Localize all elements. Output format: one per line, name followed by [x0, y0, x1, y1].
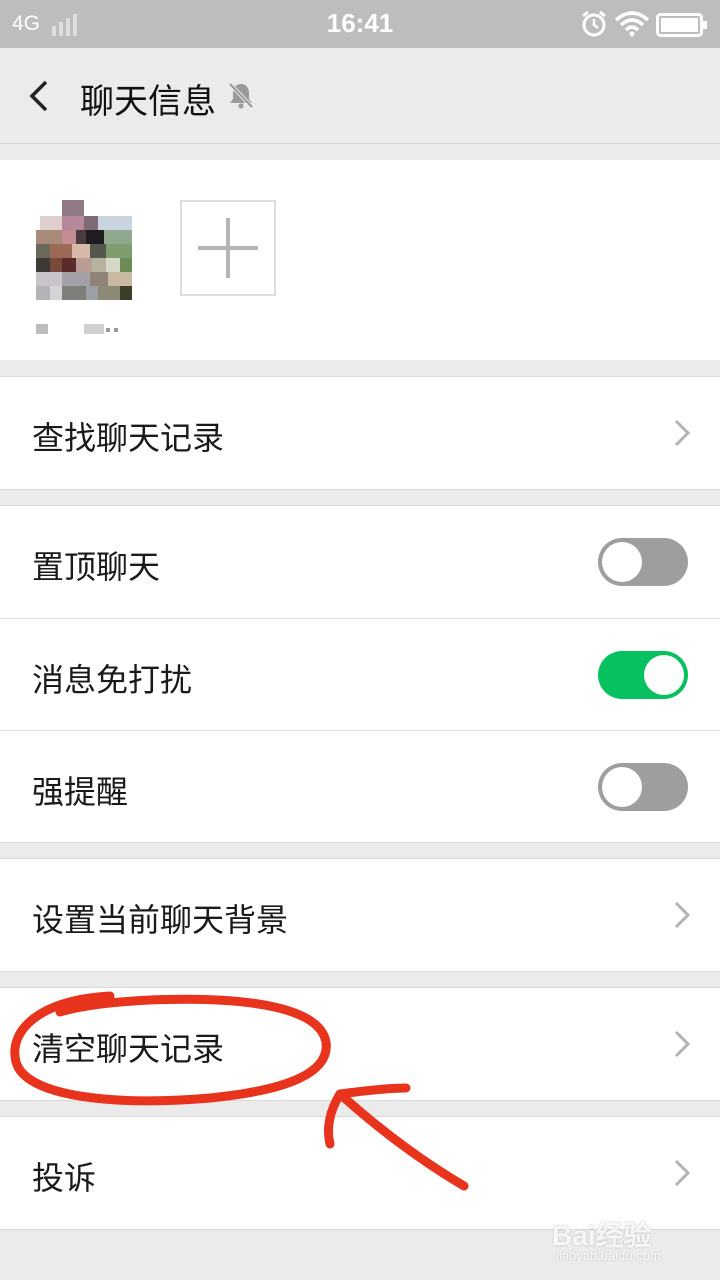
pin-chat-label: 置顶聊天 [32, 548, 161, 586]
background-group: 设置当前聊天背景 [0, 858, 720, 972]
clear-group: 清空聊天记录 [0, 987, 720, 1101]
clear-chat-history-label: 清空聊天记录 [32, 1030, 225, 1068]
report-label: 投诉 [32, 1159, 97, 1197]
strong-reminder-label: 强提醒 [32, 773, 129, 811]
chevron-right-icon [674, 1159, 691, 1187]
pin-chat-row: 置顶聊天 [0, 506, 720, 618]
watermark-url: jingyan.baidu.com [556, 1248, 661, 1263]
wifi-icon [614, 11, 650, 37]
page-title: 聊天信息 [80, 82, 216, 122]
chevron-left-icon[interactable] [20, 76, 60, 116]
member-avatar[interactable] [26, 200, 132, 306]
battery-icon [656, 13, 707, 37]
strong-reminder-row: 强提醒 [0, 730, 720, 842]
chevron-right-icon [674, 419, 691, 447]
strong-reminder-toggle[interactable] [598, 763, 688, 811]
members-section [0, 160, 720, 360]
search-chat-history-row[interactable]: 查找聊天记录 [0, 377, 720, 489]
clear-chat-history-row[interactable]: 清空聊天记录 [0, 988, 720, 1100]
status-time: 16:41 [326, 8, 394, 38]
report-group: 投诉 [0, 1116, 720, 1230]
report-row[interactable]: 投诉 [0, 1117, 720, 1229]
bell-off-icon [228, 82, 254, 109]
chevron-right-icon [674, 1030, 691, 1058]
search-group: 查找聊天记录 [0, 376, 720, 490]
status-bar: 4G 16:41 [0, 0, 720, 48]
add-member-button[interactable] [180, 200, 276, 296]
toggle-knob [602, 767, 642, 807]
member-name-pixelated [36, 324, 118, 334]
search-chat-history-label: 查找聊天记录 [32, 419, 225, 457]
do-not-disturb-toggle[interactable] [598, 651, 688, 699]
toggle-knob [644, 655, 684, 695]
nav-bar: 聊天信息 [0, 48, 720, 144]
pin-chat-toggle[interactable] [598, 538, 688, 586]
plus-icon [198, 218, 258, 278]
do-not-disturb-row: 消息免打扰 [0, 618, 720, 730]
toggle-knob [602, 542, 642, 582]
do-not-disturb-label: 消息免打扰 [32, 661, 193, 699]
alarm-icon [582, 10, 606, 37]
chat-background-row[interactable]: 设置当前聊天背景 [0, 859, 720, 971]
chevron-right-icon [674, 901, 691, 929]
toggle-group: 置顶聊天 消息免打扰 强提醒 [0, 505, 720, 843]
chat-background-label: 设置当前聊天背景 [32, 901, 289, 939]
